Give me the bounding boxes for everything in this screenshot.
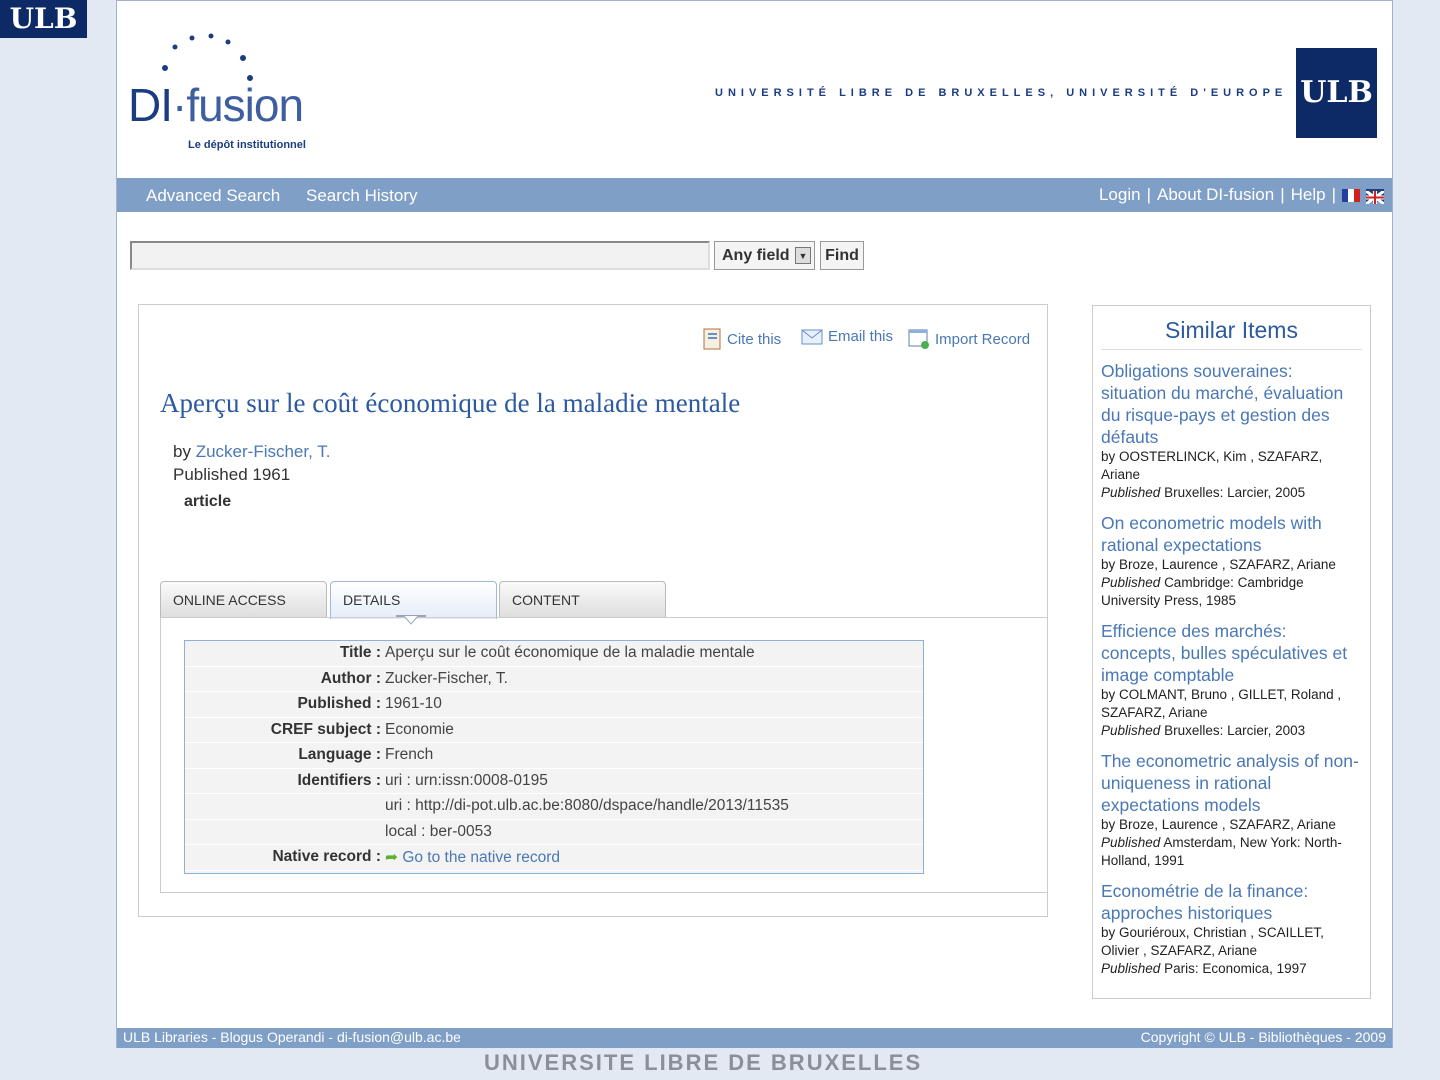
- separator: |: [1146, 185, 1151, 204]
- similar-item-authors: by OOSTERLINCK, Kim , SZAFARZ, Ariane: [1101, 449, 1323, 482]
- logo-name-b: ·fusion: [172, 79, 304, 131]
- about-link[interactable]: About DI-fusion: [1157, 185, 1274, 205]
- cite-label: Cite this: [727, 330, 782, 348]
- detail-row: CREF subject : Economie: [185, 718, 923, 743]
- help-link[interactable]: Help: [1291, 185, 1326, 205]
- nav-right-links: Login | About DI-fusion | Help |: [1099, 185, 1385, 205]
- detail-row: Title : Aperçu sur le coût économique de …: [185, 641, 923, 667]
- cite-icon: [703, 328, 721, 350]
- similar-item-link[interactable]: Econométrie de la finance: approches his…: [1101, 880, 1362, 924]
- import-icon: [908, 329, 929, 349]
- similar-item-authors: by COLMANT, Bruno , GILLET, Roland , SZA…: [1101, 687, 1342, 720]
- tab-online-access[interactable]: ONLINE ACCESS: [160, 581, 327, 618]
- select-value: Any field: [722, 247, 790, 264]
- search-history-link[interactable]: Search History: [306, 186, 417, 206]
- footer-bar: ULB Libraries - Blogus Operandi - di-fus…: [117, 1028, 1392, 1048]
- active-tab-pointer-icon: [396, 615, 426, 625]
- author-link[interactable]: Zucker-Fischer, T.: [196, 442, 331, 461]
- detail-key: Language :: [298, 746, 381, 764]
- native-record-link[interactable]: Go to the native record: [402, 849, 560, 866]
- french-flag-icon[interactable]: [1342, 188, 1360, 202]
- import-label: Import Record: [935, 330, 1031, 348]
- similar-item-link[interactable]: The econometric analysis of non-uniquene…: [1101, 750, 1362, 816]
- detail-key: Author :: [320, 669, 381, 687]
- detail-row: Identifiers : uri : urn:issn:0008-0195: [185, 769, 923, 794]
- corner-ulb-logo: ULB: [0, 0, 87, 38]
- logo-name-a: DI: [128, 79, 173, 131]
- detail-value: French: [385, 746, 434, 764]
- detail-key: Published :: [297, 695, 381, 713]
- detail-row: Author : Zucker-Fischer, T.: [185, 667, 923, 692]
- search-input[interactable]: [130, 241, 710, 270]
- detail-value: uri : urn:issn:0008-0195: [385, 771, 548, 789]
- detail-key: Title :: [339, 644, 381, 662]
- import-record-button[interactable]: Import Record: [908, 328, 1030, 350]
- uk-flag-icon[interactable]: [1365, 188, 1385, 205]
- similar-item-pub: Paris: Economica, 1997: [1164, 961, 1307, 976]
- record-published: Published 1961: [173, 465, 291, 484]
- detail-value: Zucker-Fischer, T.: [385, 669, 508, 687]
- published-label: Published: [1101, 575, 1161, 590]
- similar-item: Obligations souveraines: situation du ma…: [1101, 360, 1362, 502]
- published-label: Published: [1101, 485, 1161, 500]
- similar-item: The econometric analysis of non-uniquene…: [1101, 750, 1362, 870]
- logo-subtitle: Le dépôt institutionnel: [188, 139, 306, 151]
- email-this-button[interactable]: Email this: [801, 328, 893, 345]
- similar-item-authors: by Broze, Laurence , SZAFARZ, Ariane: [1101, 817, 1336, 832]
- search-field-select[interactable]: Any field ▼: [714, 241, 815, 270]
- record-title: Aperçu sur le coût économique de la mala…: [160, 388, 741, 418]
- record-format: article: [184, 493, 232, 510]
- email-icon: [801, 329, 823, 344]
- email-label: Email this: [828, 328, 894, 345]
- detail-value: 1961-10: [385, 695, 442, 713]
- arrow-link-icon: ➦: [385, 848, 398, 866]
- tab-content[interactable]: CONTENT: [499, 581, 666, 618]
- similar-item-authors: by Gouriéroux, Christian , SCAILLET, Oli…: [1101, 925, 1324, 958]
- similar-item-pub: Bruxelles: Larcier, 2005: [1164, 485, 1306, 500]
- detail-value: uri : http://di-pot.ulb.ac.be:8080/dspac…: [385, 797, 789, 815]
- footer-copyright: Copyright © ULB - Bibliothèques - 2009: [1140, 1029, 1386, 1045]
- detail-row: Native record : ➦ Go to the native record: [185, 845, 923, 871]
- university-tagline: UNIVERSITÉ LIBRE DE BRUXELLES, UNIVERSIT…: [715, 87, 1288, 99]
- dropdown-arrow-icon: ▼: [795, 247, 811, 264]
- similar-item: On econometric models with rational expe…: [1101, 512, 1362, 610]
- separator: |: [1331, 185, 1336, 204]
- cite-this-button[interactable]: Cite this: [702, 328, 781, 350]
- similar-item: Efficience des marchés: concepts, bulles…: [1101, 620, 1362, 740]
- published-label: Published: [1101, 835, 1161, 850]
- detail-key: CREF subject :: [270, 720, 381, 738]
- record-byline: by Zucker-Fischer, T.: [173, 442, 330, 462]
- similar-items-heading: Similar Items: [1101, 317, 1362, 350]
- tab-details[interactable]: DETAILS: [330, 581, 497, 619]
- by-label: by: [173, 442, 191, 461]
- find-button[interactable]: Find: [820, 241, 864, 270]
- advanced-search-link[interactable]: Advanced Search: [146, 186, 280, 206]
- detail-row: Published :1961-10: [185, 692, 923, 718]
- footer-links[interactable]: ULB Libraries - Blogus Operandi - di-fus…: [123, 1029, 461, 1047]
- similar-item: Econométrie de la finance: approches his…: [1101, 880, 1362, 978]
- published-label: Published: [1101, 961, 1161, 976]
- detail-row: local : ber-0053: [185, 820, 923, 845]
- difusion-logo[interactable]: DI·fusion: [128, 78, 304, 132]
- detail-value: Economie: [385, 720, 454, 738]
- detail-row: Language : French: [185, 743, 923, 769]
- published-label: Published: [1101, 723, 1161, 738]
- separator: |: [1280, 185, 1285, 204]
- detail-value: local : ber-0053: [385, 822, 492, 840]
- similar-item-authors: by Broze, Laurence , SZAFARZ, Ariane: [1101, 557, 1336, 572]
- detail-value: Aperçu sur le coût économique de la mala…: [385, 644, 755, 662]
- university-watermark: UNIVERSITE LIBRE DE BRUXELLES: [484, 1050, 923, 1075]
- similar-items-panel: Similar Items Obligations souveraines: s…: [1092, 305, 1371, 999]
- detail-key: Native record :: [272, 848, 381, 866]
- similar-item-link[interactable]: Obligations souveraines: situation du ma…: [1101, 360, 1362, 448]
- similar-item-pub: Bruxelles: Larcier, 2003: [1164, 723, 1306, 738]
- detail-row: uri : http://di-pot.ulb.ac.be:8080/dspac…: [185, 794, 923, 820]
- ulb-logo[interactable]: ULB: [1296, 48, 1377, 138]
- similar-item-link[interactable]: On econometric models with rational expe…: [1101, 512, 1362, 556]
- login-link[interactable]: Login: [1099, 185, 1141, 205]
- detail-key: Identifiers :: [297, 771, 381, 789]
- similar-item-link[interactable]: Efficience des marchés: concepts, bulles…: [1101, 620, 1362, 686]
- details-table: Title : Aperçu sur le coût économique de …: [184, 640, 924, 874]
